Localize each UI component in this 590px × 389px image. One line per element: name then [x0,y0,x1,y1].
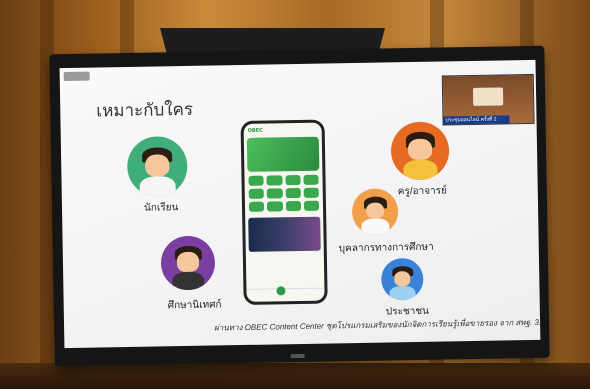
public-avatar [380,257,424,301]
video-call-inset: ประชุมออนไลน์ ครั้งที่ 2 [441,73,535,126]
audience-label-teacher: ครู/อาจารย์ [397,185,448,198]
tv-brand-logo [290,353,305,359]
audience-label-education-personnel: บุคลากรทางการศึกษา [338,241,434,255]
audience-label-student: นักเรียน [143,202,179,214]
home-icon [276,286,286,296]
teacher-avatar [390,121,450,181]
app-banner [246,136,320,172]
inset-caption: ประชุมออนไลน์ ครั้งที่ 2 [443,115,510,125]
education-personnel-avatar [351,188,399,236]
slide-title: เหมาะกับใคร [96,99,194,121]
supervisor-avatar [160,235,216,291]
student-avatar [126,135,188,197]
app-tab-bar [246,286,325,302]
smartphone-mockup: OBEC [240,119,328,305]
app-menu-grid [248,174,320,212]
app-media-strip [248,216,321,252]
tv-monitor: เหมาะกับใคร นักเรียน ศึกษานิเทศก์ OBEC ค… [49,45,550,367]
meeting-participants [472,87,504,106]
presentation-slide: เหมาะกับใคร นักเรียน ศึกษานิเทศก์ OBEC ค… [59,59,541,349]
floor [0,363,590,389]
app-logo: OBEC [247,127,263,134]
slide-footer: ผ่านทาง OBEC Content Center ชุดโปรแกรมเส… [214,317,541,333]
audience-label-supervisor: ศึกษานิเทศก์ [167,299,222,312]
slide-control-icon [63,71,90,82]
